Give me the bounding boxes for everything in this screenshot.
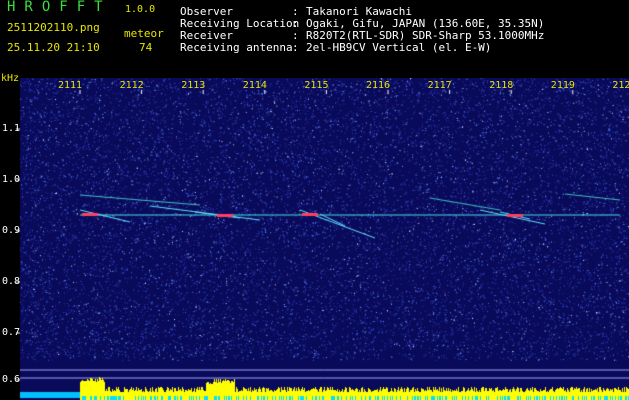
info-antenna-label: Receiving antenna (180, 41, 293, 54)
time-tick-label: 2118 (489, 80, 514, 91)
time-tick-label: 2111 (58, 80, 83, 91)
y-unit-label: kHz (1, 73, 20, 84)
meteor-count: 74 (139, 41, 153, 54)
y-tick-label: 0.8 (2, 276, 21, 287)
time-tick-label: 2115 (304, 80, 329, 91)
app-title: HROFFT (7, 0, 112, 15)
time-tick-label: 2119 (550, 80, 575, 91)
time-tick-label: 2114 (242, 80, 267, 91)
time-tick-label: 2112 (119, 80, 144, 91)
file-name: 2511202110.png (7, 21, 100, 34)
y-tick-label: 1.0 (2, 174, 21, 185)
y-tick-label: 1.1 (2, 123, 21, 134)
app-version: 1.0.0 (125, 4, 156, 15)
info-antenna-value: 2el-HB9CV Vertical (el. E-W) (306, 41, 492, 54)
y-tick-label: 0.7 (2, 327, 21, 338)
date-time: 25.11.20 21:10 (7, 41, 100, 54)
time-tick-label: 2116 (366, 80, 391, 91)
header-panel: HROFFT 1.0.0 2511202110.png meteor 25.11… (0, 0, 629, 78)
info-sep: : (292, 41, 299, 54)
y-tick-label: 0.6 (2, 374, 21, 385)
time-tick-label: 2120 (612, 80, 629, 91)
time-tick-label: 2117 (427, 80, 452, 91)
meteor-label: meteor (124, 27, 164, 40)
time-tick-label: 2113 (181, 80, 206, 91)
spectrogram-canvas (0, 78, 629, 400)
y-tick-label: 0.9 (2, 225, 21, 236)
